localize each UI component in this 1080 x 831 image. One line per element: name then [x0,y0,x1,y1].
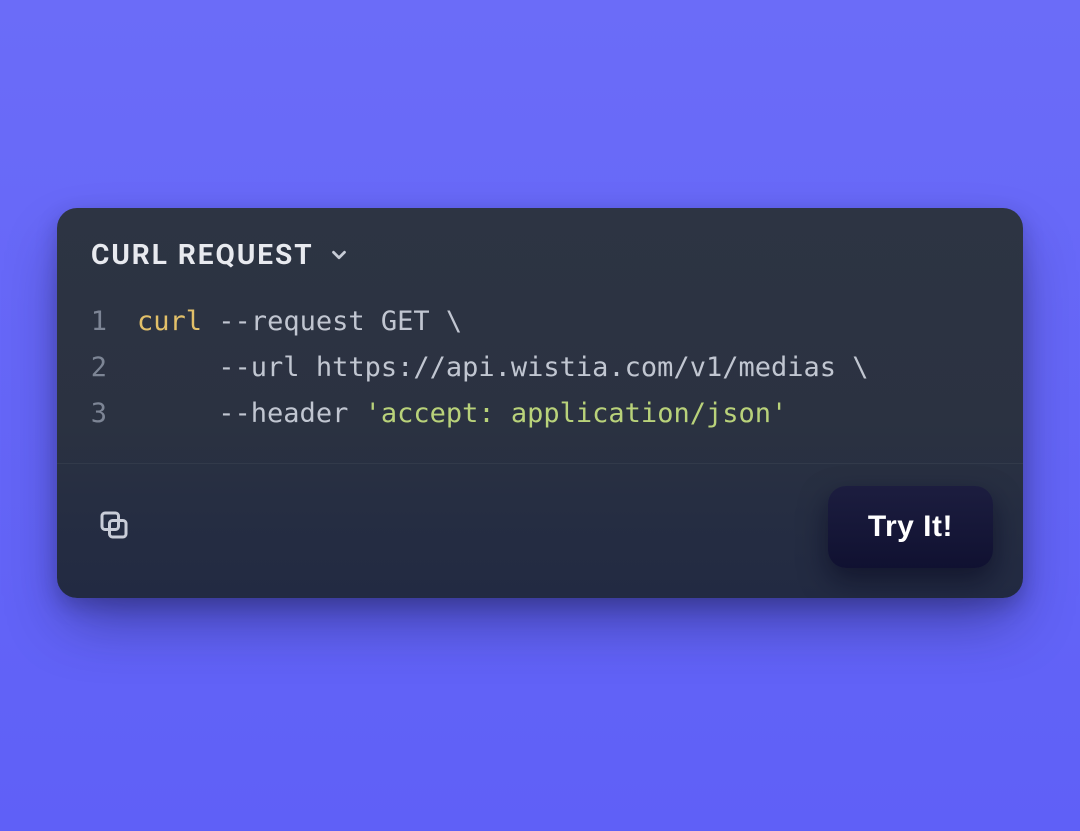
code-token: https://api.wistia.com/v1/medias [300,352,853,383]
line-number: 2 [85,345,137,391]
code-token: GET [365,306,446,337]
code-token: --request [218,306,364,337]
code-token: \ [852,352,868,383]
panel-footer: Try It! [57,464,1023,598]
code-request-panel: CURL REQUEST 1curl --request GET \2 --ur… [57,208,1023,598]
copy-button[interactable] [91,504,137,550]
code-token [348,398,364,429]
panel-title: CURL REQUEST [91,238,314,271]
code-token: --header [218,398,348,429]
code-content: --header 'accept: application/json' [137,391,995,437]
try-it-button[interactable]: Try It! [828,486,993,568]
code-line: 3 --header 'accept: application/json' [85,391,995,437]
code-token [137,398,218,429]
chevron-down-icon [328,244,350,266]
copy-icon [96,507,132,547]
code-content: curl --request GET \ [137,299,995,345]
line-number: 3 [85,391,137,437]
line-number: 1 [85,299,137,345]
code-token: 'accept: application/json' [365,398,788,429]
language-selector[interactable]: CURL REQUEST [57,208,1023,289]
code-token: --url [218,352,299,383]
code-token: \ [446,306,462,337]
code-token [137,352,218,383]
code-token [202,306,218,337]
code-line: 2 --url https://api.wistia.com/v1/medias… [85,345,995,391]
code-block[interactable]: 1curl --request GET \2 --url https://api… [57,289,1023,464]
code-token: curl [137,306,202,337]
code-content: --url https://api.wistia.com/v1/medias \ [137,345,995,391]
code-line: 1curl --request GET \ [85,299,995,345]
